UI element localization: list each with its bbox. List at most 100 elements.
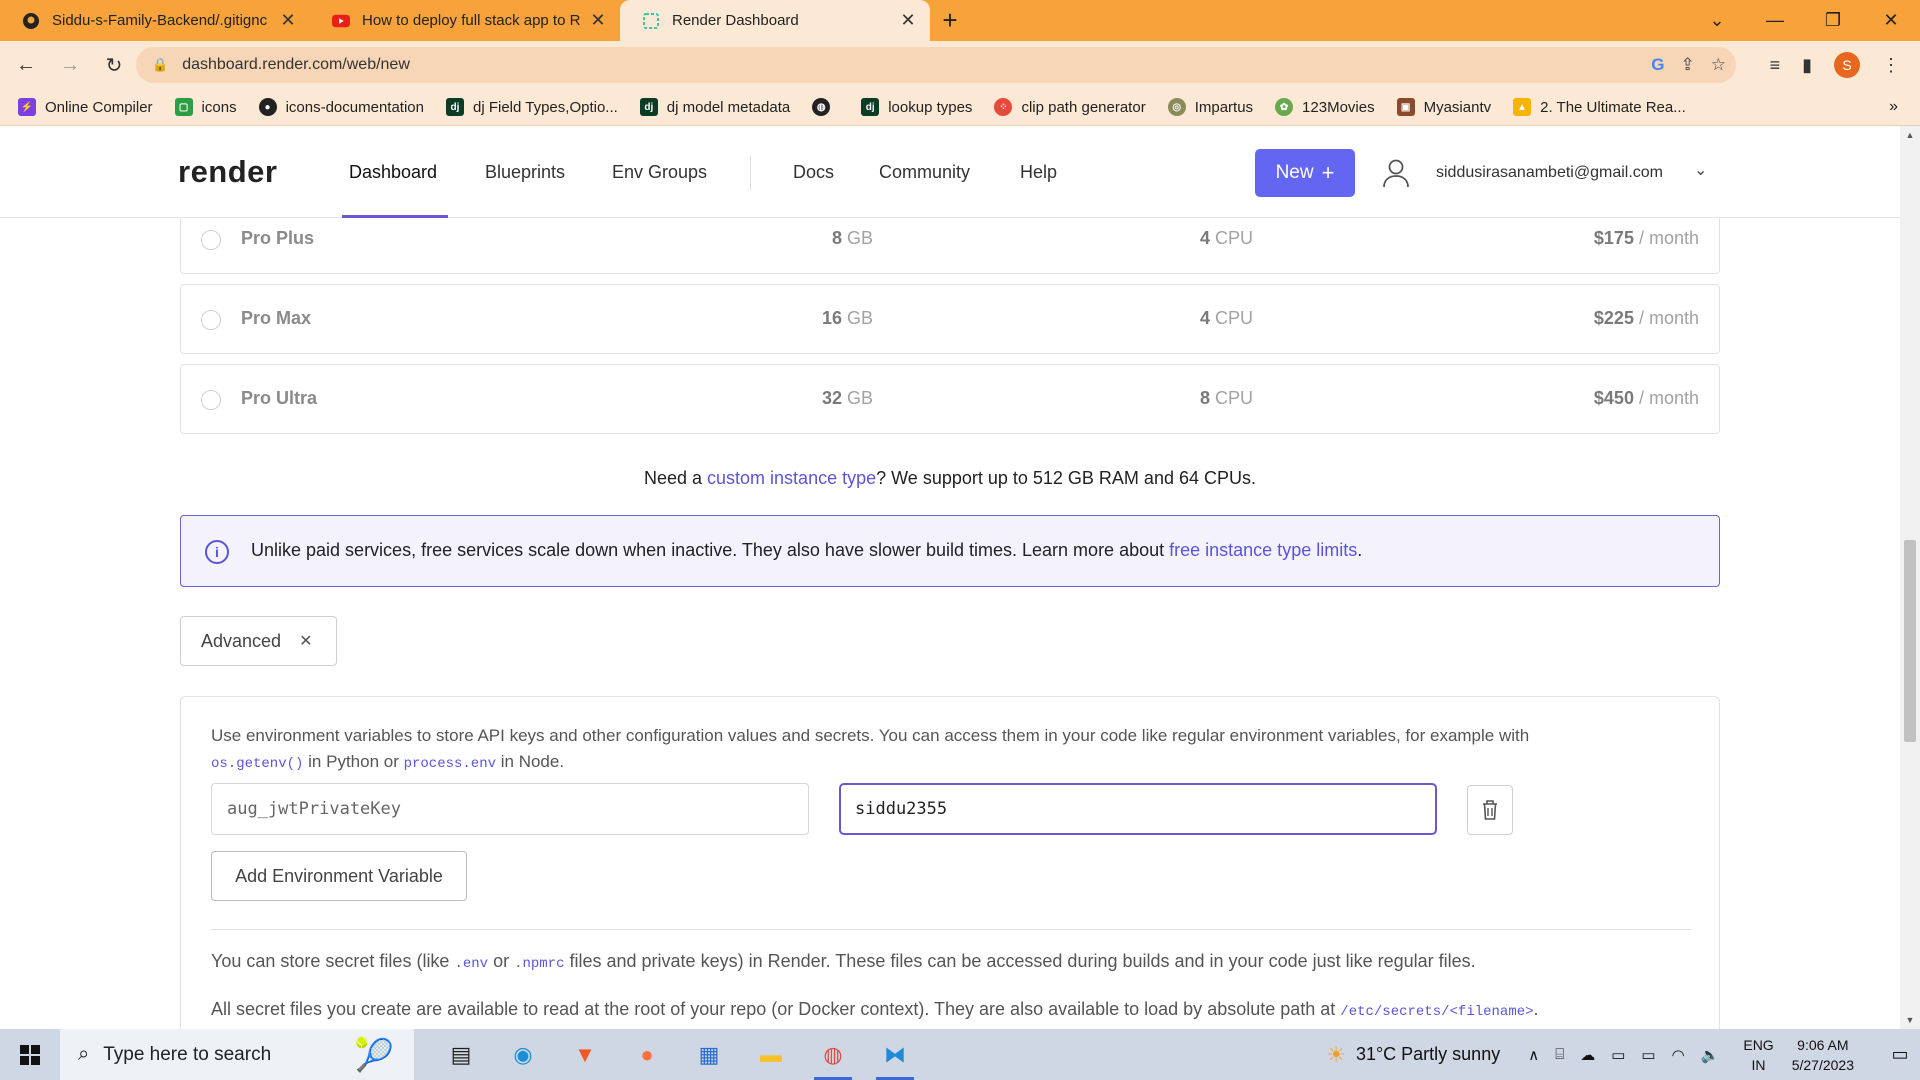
star-icon[interactable]: ☆ bbox=[1711, 55, 1726, 75]
tab-search-icon[interactable]: ⌄ bbox=[1688, 0, 1746, 41]
volume-icon[interactable]: 🔈 bbox=[1701, 1046, 1720, 1064]
weather-widget[interactable]: ☀ 31°C Partly sunny bbox=[1326, 1042, 1500, 1068]
plan-name: Pro Max bbox=[241, 308, 312, 328]
share-icon[interactable]: ⇪ bbox=[1681, 55, 1695, 75]
taskbar-search-input[interactable]: ⌕ Type here to search 🎾 bbox=[60, 1029, 414, 1080]
back-icon[interactable]: ← bbox=[8, 47, 44, 83]
partly-sunny-icon: ☀ bbox=[1326, 1041, 1346, 1067]
tab-youtube[interactable]: How to deploy full stack app to R ✕ bbox=[310, 0, 620, 41]
bookmarks-bar: ⚡ Online Compiler ▢ icons ● icons-documenta… bbox=[0, 89, 1920, 126]
page-scrollbar[interactable]: ▲ ▼ bbox=[1900, 126, 1920, 1029]
new-tab-button[interactable]: + bbox=[930, 0, 970, 41]
tennis-icon: 🎾 bbox=[354, 1036, 394, 1073]
plan-name: Pro Plus bbox=[241, 228, 315, 248]
bookmark-item[interactable]: ⚡ Online Compiler bbox=[18, 98, 153, 116]
scroll-thumb[interactable] bbox=[1904, 540, 1916, 742]
bookmark-item[interactable]: ● icons-documentation bbox=[258, 98, 424, 116]
close-window-icon[interactable]: ✕ bbox=[1862, 0, 1920, 41]
clock[interactable]: 9:06 AM 5/27/2023 bbox=[1792, 1035, 1854, 1075]
more-bookmarks-icon[interactable]: » bbox=[1889, 98, 1898, 116]
nav-blueprints[interactable]: Blueprints bbox=[485, 162, 565, 183]
avatar[interactable]: S bbox=[1834, 52, 1860, 78]
free-limits-link[interactable]: free instance type limits bbox=[1169, 540, 1357, 560]
code-process-env: process.env bbox=[403, 756, 497, 772]
active-nav-indicator bbox=[342, 215, 448, 218]
side-panel-icon[interactable]: ▮ bbox=[1802, 55, 1812, 76]
new-button[interactable]: New + bbox=[1255, 149, 1355, 197]
minimize-icon[interactable]: — bbox=[1746, 0, 1804, 41]
edge-icon[interactable]: ◉ bbox=[492, 1029, 554, 1080]
nav-dashboard[interactable]: Dashboard bbox=[349, 162, 437, 183]
custom-instance-link[interactable]: custom instance type bbox=[707, 468, 876, 488]
env-key-input[interactable] bbox=[211, 783, 809, 835]
add-environment-variable-button[interactable]: Add Environment Variable bbox=[211, 851, 467, 901]
close-icon[interactable]: ✕ bbox=[278, 10, 298, 31]
env-value-input[interactable] bbox=[839, 783, 1437, 835]
plan-row-pro-ultra[interactable]: Pro Ultra 32 GB 8 CPU $450 / month bbox=[180, 364, 1720, 434]
nav-divider bbox=[750, 156, 751, 190]
close-icon[interactable]: ✕ bbox=[588, 10, 608, 31]
tab-title: Siddu-s-Family-Backend/.gitignc bbox=[52, 12, 268, 29]
django-icon: dj bbox=[639, 98, 658, 116]
advanced-toggle-button[interactable]: Advanced ✕ bbox=[180, 616, 337, 666]
battery-icon[interactable]: ▭ bbox=[1641, 1046, 1655, 1064]
url-input[interactable]: 🔒 dashboard.render.com/web/new G ⇪ ☆ bbox=[136, 47, 1736, 83]
reload-icon[interactable]: ↻ bbox=[96, 47, 132, 83]
nav-env-groups[interactable]: Env Groups bbox=[612, 162, 707, 183]
nav-docs[interactable]: Docs bbox=[793, 162, 834, 183]
vscode-icon[interactable]: ⧓ bbox=[864, 1029, 926, 1080]
chevron-up-icon[interactable]: ∧ bbox=[1528, 1046, 1539, 1064]
firefox-icon[interactable]: ● bbox=[616, 1029, 678, 1080]
store-icon[interactable]: ▦ bbox=[678, 1029, 740, 1080]
django-icon: dj bbox=[861, 98, 880, 116]
cloud-icon[interactable]: ☁ bbox=[1580, 1046, 1595, 1064]
address-bar-row: ← → ↻ 🔒 dashboard.render.com/web/new G ⇪… bbox=[0, 41, 1920, 89]
scroll-up-icon[interactable]: ▲ bbox=[1900, 130, 1920, 140]
language-indicator[interactable]: ENG IN bbox=[1743, 1035, 1773, 1075]
chrome-icon[interactable]: ◍ bbox=[802, 1029, 864, 1080]
device-icon[interactable]: ⌸ bbox=[1555, 1046, 1564, 1063]
chevron-down-icon[interactable]: ⌄ bbox=[1694, 160, 1707, 180]
plan-radio[interactable] bbox=[201, 230, 221, 250]
tv-icon: ▣ bbox=[1396, 98, 1415, 116]
plan-radio[interactable] bbox=[201, 390, 221, 410]
bookmark-item[interactable]: ▢ icons bbox=[174, 98, 237, 116]
plan-radio[interactable] bbox=[201, 310, 221, 330]
close-icon[interactable]: ✕ bbox=[898, 10, 918, 31]
github-icon bbox=[22, 12, 40, 30]
nav-help[interactable]: Help bbox=[1020, 162, 1057, 183]
bookmark-item[interactable]: dj dj Field Types,Optio... bbox=[446, 98, 618, 116]
wifi-icon[interactable]: ◠ bbox=[1672, 1046, 1685, 1064]
bookmark-item[interactable]: ▲ 2. The Ultimate Rea... bbox=[1513, 98, 1686, 116]
bookmark-item[interactable]: ◍ bbox=[812, 98, 839, 116]
google-icon[interactable]: G bbox=[1651, 55, 1664, 75]
display-icon[interactable]: ▭ bbox=[1611, 1046, 1625, 1064]
forward-icon[interactable]: → bbox=[52, 47, 88, 83]
tab-github[interactable]: Siddu-s-Family-Backend/.gitignc ✕ bbox=[0, 0, 310, 41]
nav-community[interactable]: Community bbox=[879, 162, 970, 183]
bookmark-item[interactable]: ✿ 123Movies bbox=[1275, 98, 1375, 116]
bookmark-item[interactable]: dj lookup types bbox=[861, 98, 972, 116]
render-logo[interactable]: render bbox=[178, 154, 277, 190]
user-icon[interactable] bbox=[1382, 158, 1410, 188]
task-view-icon[interactable]: ▤ bbox=[430, 1029, 492, 1080]
square-icon: ▢ bbox=[174, 98, 193, 116]
restore-icon[interactable]: ❐ bbox=[1804, 0, 1862, 41]
bookmark-item[interactable]: ◎ Impartus bbox=[1167, 98, 1253, 116]
bookmark-item[interactable]: ⁘ clip path generator bbox=[994, 98, 1146, 116]
tab-render-dashboard[interactable]: Render Dashboard ✕ bbox=[620, 0, 930, 41]
kebab-menu-icon[interactable]: ⋮ bbox=[1882, 55, 1900, 76]
free-tier-info-banner: i Unlike paid services, free services sc… bbox=[180, 515, 1720, 587]
user-email[interactable]: siddusirasanambeti@gmail.com bbox=[1436, 164, 1663, 182]
plan-row-pro-max[interactable]: Pro Max 16 GB 4 CPU $225 / month bbox=[180, 284, 1720, 354]
bookmark-item[interactable]: ▣ Myasiantv bbox=[1396, 98, 1491, 116]
bookmark-item[interactable]: dj dj model metadata bbox=[639, 98, 790, 116]
media-icon[interactable]: ≡ bbox=[1770, 55, 1781, 76]
scroll-down-icon[interactable]: ▼ bbox=[1900, 1015, 1920, 1025]
plan-price: $450 / month bbox=[1593, 388, 1699, 408]
windows-start-button[interactable] bbox=[0, 1029, 60, 1080]
brave-icon[interactable]: ▼ bbox=[554, 1029, 616, 1080]
file-explorer-icon[interactable]: ▬ bbox=[740, 1029, 802, 1080]
notification-icon[interactable]: ▭ bbox=[1880, 1044, 1920, 1065]
delete-env-button[interactable] bbox=[1467, 785, 1513, 835]
